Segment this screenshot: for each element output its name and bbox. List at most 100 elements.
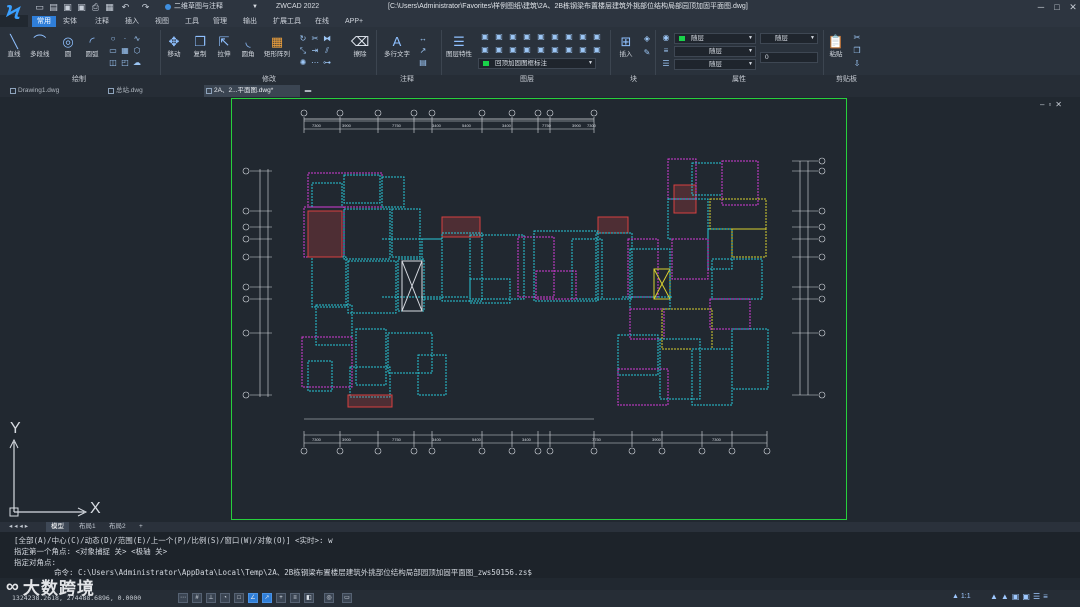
layer-tool-icon[interactable]: ▣ [494,45,504,55]
arc-button[interactable]: ◜ 圆弧 [84,34,100,59]
mirror-icon[interactable]: ⧓ [322,34,332,44]
tab-output[interactable]: 输出 [238,16,262,27]
layer-tool-icon[interactable]: ▣ [480,32,490,42]
offset-icon[interactable]: ⫽ [322,46,332,56]
create-block-icon[interactable]: ◈ [642,34,652,44]
osnap-toggle-icon[interactable]: □ [234,593,244,603]
new-icon[interactable]: ▭ [34,2,45,12]
doc-tab-active[interactable]: 2A、2...平面图.dwg* [204,85,300,97]
save-icon[interactable]: ▣ [62,2,73,12]
layer-tool-icon[interactable]: ▣ [578,32,588,42]
erase-button[interactable]: ⌫ 擦除 [351,34,369,59]
color-dropdown[interactable]: 随层 ▼ [674,33,756,44]
viewport-controls-icon[interactable]: –▫✕ [1040,100,1066,109]
lineweight-icon[interactable]: ☰ [661,59,671,69]
layer-tool-icon[interactable]: ▣ [592,32,602,42]
zwcad-logo[interactable]: Ϟ [2,0,24,26]
open-icon[interactable]: ▤ [48,2,59,12]
dyn-toggle-icon[interactable]: + [276,593,286,603]
layer-tool-icon[interactable]: ▣ [536,32,546,42]
tab-manage[interactable]: 管理 [208,16,232,27]
revcloud-icon[interactable]: ☁ [132,58,142,68]
extend-icon[interactable]: ⇥ [310,46,320,56]
doc-tab[interactable]: 总站.dwg [106,85,202,97]
linetype-icon[interactable]: ≡ [661,46,671,56]
add-layout-icon[interactable]: + [134,522,148,532]
rotate-icon[interactable]: ↻ [298,34,308,44]
grid-toggle-icon[interactable]: # [192,593,202,603]
transparency-field[interactable]: 0 [760,52,818,63]
plot-icon[interactable]: ▦ [104,2,115,12]
tab-online[interactable]: 在线 [310,16,334,27]
chevron-down-icon[interactable]: ▼ [252,1,258,13]
tab-app[interactable]: APP+ [340,16,368,27]
paste-button[interactable]: 📋 粘贴 [828,34,844,59]
doc-tab[interactable]: Drawing1.dwg [8,85,104,97]
layer-tool-icon[interactable]: ▣ [550,45,560,55]
tab-model[interactable]: 模型 [46,522,69,532]
layer-tool-icon[interactable]: ▣ [522,45,532,55]
command-line[interactable]: [全部(A)/中心(C)/动态(D)/范围(E)/上一个(P)/比例(S)/窗口… [0,532,1080,578]
edit-block-icon[interactable]: ✎ [642,48,652,58]
status-tray-icons[interactable]: ▲▲▣▣☰≡ [990,592,1051,601]
circle-button[interactable]: ◎ 圆 [60,34,76,59]
linetype-dropdown[interactable]: 随层 ▼ [674,46,756,57]
close-icon[interactable]: ✕ [1066,0,1080,14]
layer-tool-icon[interactable]: ▣ [592,45,602,55]
tab-annotate[interactable]: 注释 [90,16,114,27]
print-icon[interactable]: ⎙ [90,2,101,12]
layer-tool-icon[interactable]: ▣ [550,32,560,42]
copy-clip-icon[interactable]: ❐ [852,46,862,56]
layer-tool-icon[interactable]: ▣ [564,45,574,55]
match-icon[interactable]: ⇩ [852,59,862,69]
annotation-scale[interactable]: ▲ 1:1 [952,593,971,600]
otrack-toggle-icon[interactable]: ∠ [248,593,258,603]
tab-insert[interactable]: 插入 [120,16,144,27]
layer-tool-icon[interactable]: ▣ [578,45,588,55]
dimension-icon[interactable]: ↔ [418,34,428,44]
minimize-icon[interactable]: ─ [1034,0,1048,14]
undo-icon[interactable]: ↶ [120,2,131,12]
rectangle-icon[interactable]: ▭ [108,46,118,56]
layer-tool-icon[interactable]: ▣ [508,45,518,55]
polyline-button[interactable]: ⌒ 多段线 [30,34,50,59]
ducs-toggle-icon[interactable]: ↗ [262,593,272,603]
fillet-button[interactable]: ◟ 圆角 [240,34,256,59]
tab-layout2[interactable]: 布局2 [104,522,131,532]
stretch-button[interactable]: ⇱ 拉伸 [216,34,232,59]
lineweight-toggle-icon[interactable]: ≡ [290,593,300,603]
snap-toggle-icon[interactable]: ⋯ [178,593,188,603]
layer-tool-icon[interactable]: ▣ [536,45,546,55]
polar-toggle-icon[interactable]: ◔ [220,593,230,603]
saveas-icon[interactable]: ▣ [76,2,87,12]
move-button[interactable]: ✥ 移动 [166,34,182,59]
insert-block-button[interactable]: ⊞ 插入 [618,34,634,59]
match-properties-icon[interactable]: ◉ [661,33,671,43]
new-tab-icon[interactable]: ▬ [302,85,314,97]
tab-layout1[interactable]: 布局1 [74,522,101,532]
mtext-button[interactable]: A 多行文字 [384,34,410,59]
cut-icon[interactable]: ✂ [852,33,862,43]
maximize-icon[interactable]: □ [1050,0,1064,14]
join-icon[interactable]: ⊶ [322,58,332,68]
plotstyle-dropdown[interactable]: 随层 ▼ [760,33,818,44]
layout-nav-icon[interactable]: ◂◂◂▸ [4,522,35,532]
selection-cycling-icon[interactable]: ◎ [324,593,334,603]
tab-home[interactable]: 常用 [32,16,56,27]
leader-icon[interactable]: ↗ [418,46,428,56]
layer-tool-icon[interactable]: ▣ [494,32,504,42]
region-icon[interactable]: ◫ [108,58,118,68]
copy-button[interactable]: ❐ 复制 [192,34,208,59]
tab-tools[interactable]: 工具 [180,16,204,27]
tab-view[interactable]: 视图 [150,16,174,27]
spline-icon[interactable]: ∿ [132,34,142,44]
polygon-icon[interactable]: ⬡ [132,46,142,56]
trim-icon[interactable]: ✂ [310,34,320,44]
hatch-icon[interactable]: ▦ [120,46,130,56]
tab-extensions[interactable]: 扩展工具 [268,16,306,27]
tab-solid[interactable]: 实体 [58,16,82,27]
transparency-toggle-icon[interactable]: ◧ [304,593,314,603]
array-button[interactable]: ▦ 矩形阵列 [264,34,290,59]
point-icon[interactable]: · [120,34,130,44]
layer-tool-icon[interactable]: ▣ [522,32,532,42]
